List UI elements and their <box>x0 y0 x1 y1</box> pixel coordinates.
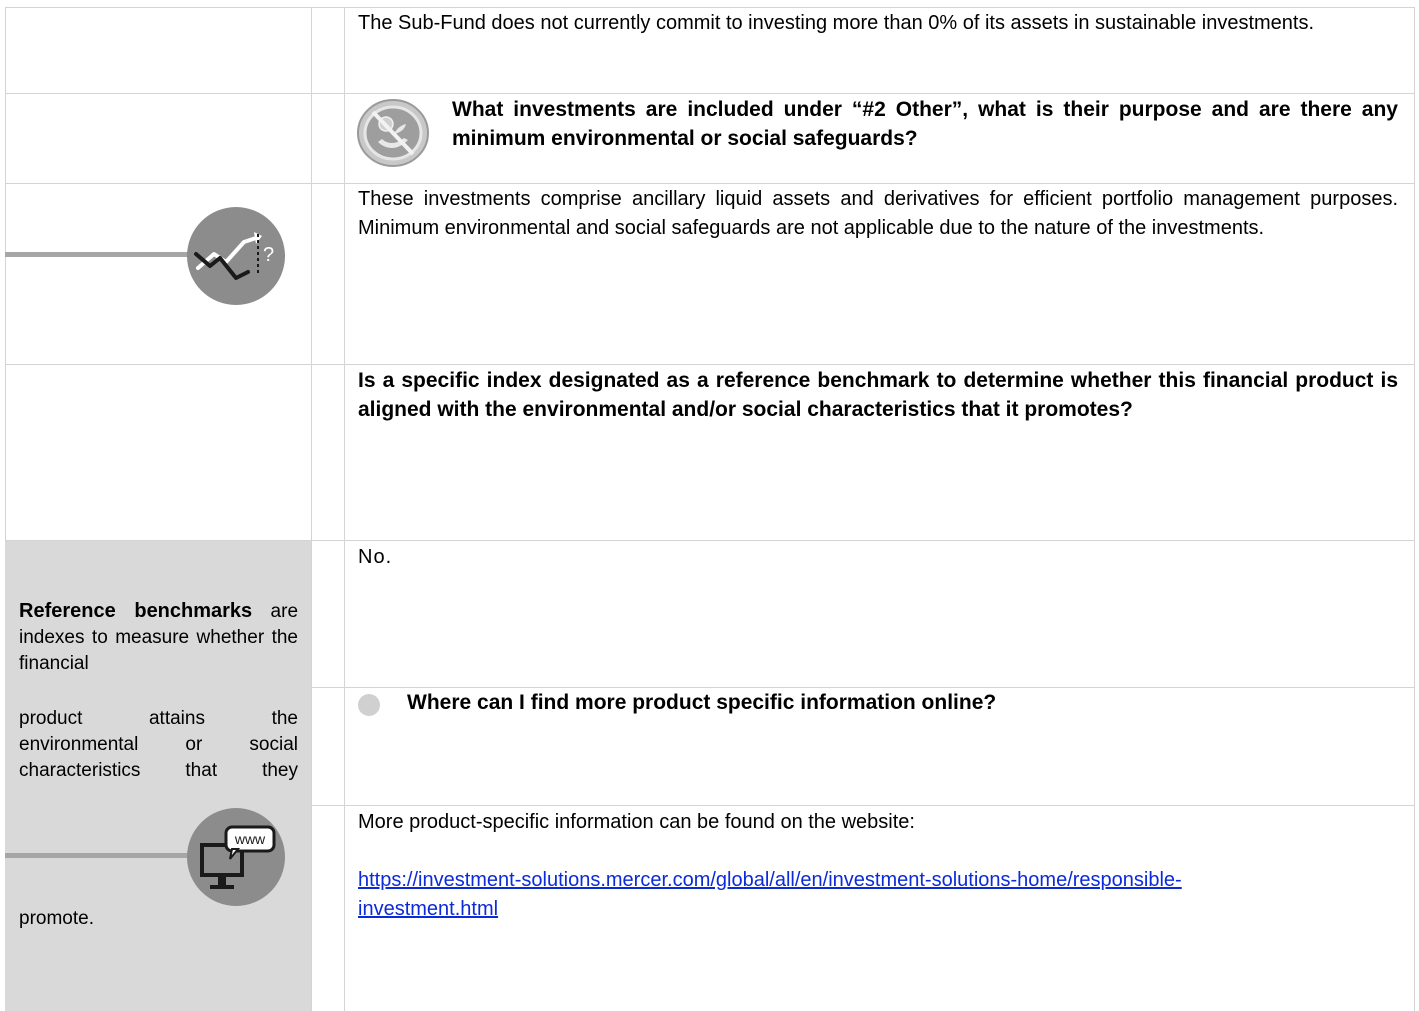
other-investments-answer: These investments comprise ancillary liq… <box>358 188 1398 239</box>
online-info-link-block: https://investment-solutions.mercer.com/… <box>358 866 1398 924</box>
row-divider <box>5 364 1415 365</box>
computer-www-icon: www <box>186 807 286 907</box>
benchmark-answer: No. <box>358 546 393 568</box>
trend-connector-line <box>5 252 195 257</box>
column-divider <box>5 7 6 541</box>
other-investments-question: What investments are included under “#2 … <box>452 98 1398 150</box>
row-divider <box>5 183 1415 184</box>
row-divider <box>5 93 1415 94</box>
bullet-dot-icon <box>358 694 380 716</box>
column-divider <box>311 7 312 1011</box>
online-info-question: Where can I find more product specific i… <box>407 691 997 714</box>
row-divider <box>5 7 1415 8</box>
sidebar-definition-part2: product attains the environmental or soc… <box>19 708 298 781</box>
website-link-line2: investment.html <box>358 898 499 920</box>
benchmark-question: Is a specific index designated as a refe… <box>358 369 1398 421</box>
row-divider <box>5 540 1415 541</box>
no-environment-icon <box>356 98 431 168</box>
row-divider <box>311 805 1415 806</box>
column-divider <box>1414 7 1415 1011</box>
sidebar-definition-part1: Reference benchmarks are indexes to meas… <box>19 598 298 677</box>
sidebar-definition-part3: promote. <box>19 908 94 929</box>
online-info-intro: More product-specific information can be… <box>358 811 915 833</box>
column-divider <box>344 7 345 1011</box>
www-label: www <box>234 831 266 847</box>
website-link-line1: https://investment-solutions.mercer.com/… <box>358 869 1182 891</box>
trend-question-icon: ? <box>186 206 286 306</box>
question-mark: ? <box>263 244 274 266</box>
www-connector-line <box>5 853 195 858</box>
sustainable-investment-text: The Sub-Fund does not currently commit t… <box>358 12 1315 34</box>
sidebar-term: Reference benchmarks <box>19 600 253 622</box>
website-link[interactable]: https://investment-solutions.mercer.com/… <box>358 869 1182 920</box>
